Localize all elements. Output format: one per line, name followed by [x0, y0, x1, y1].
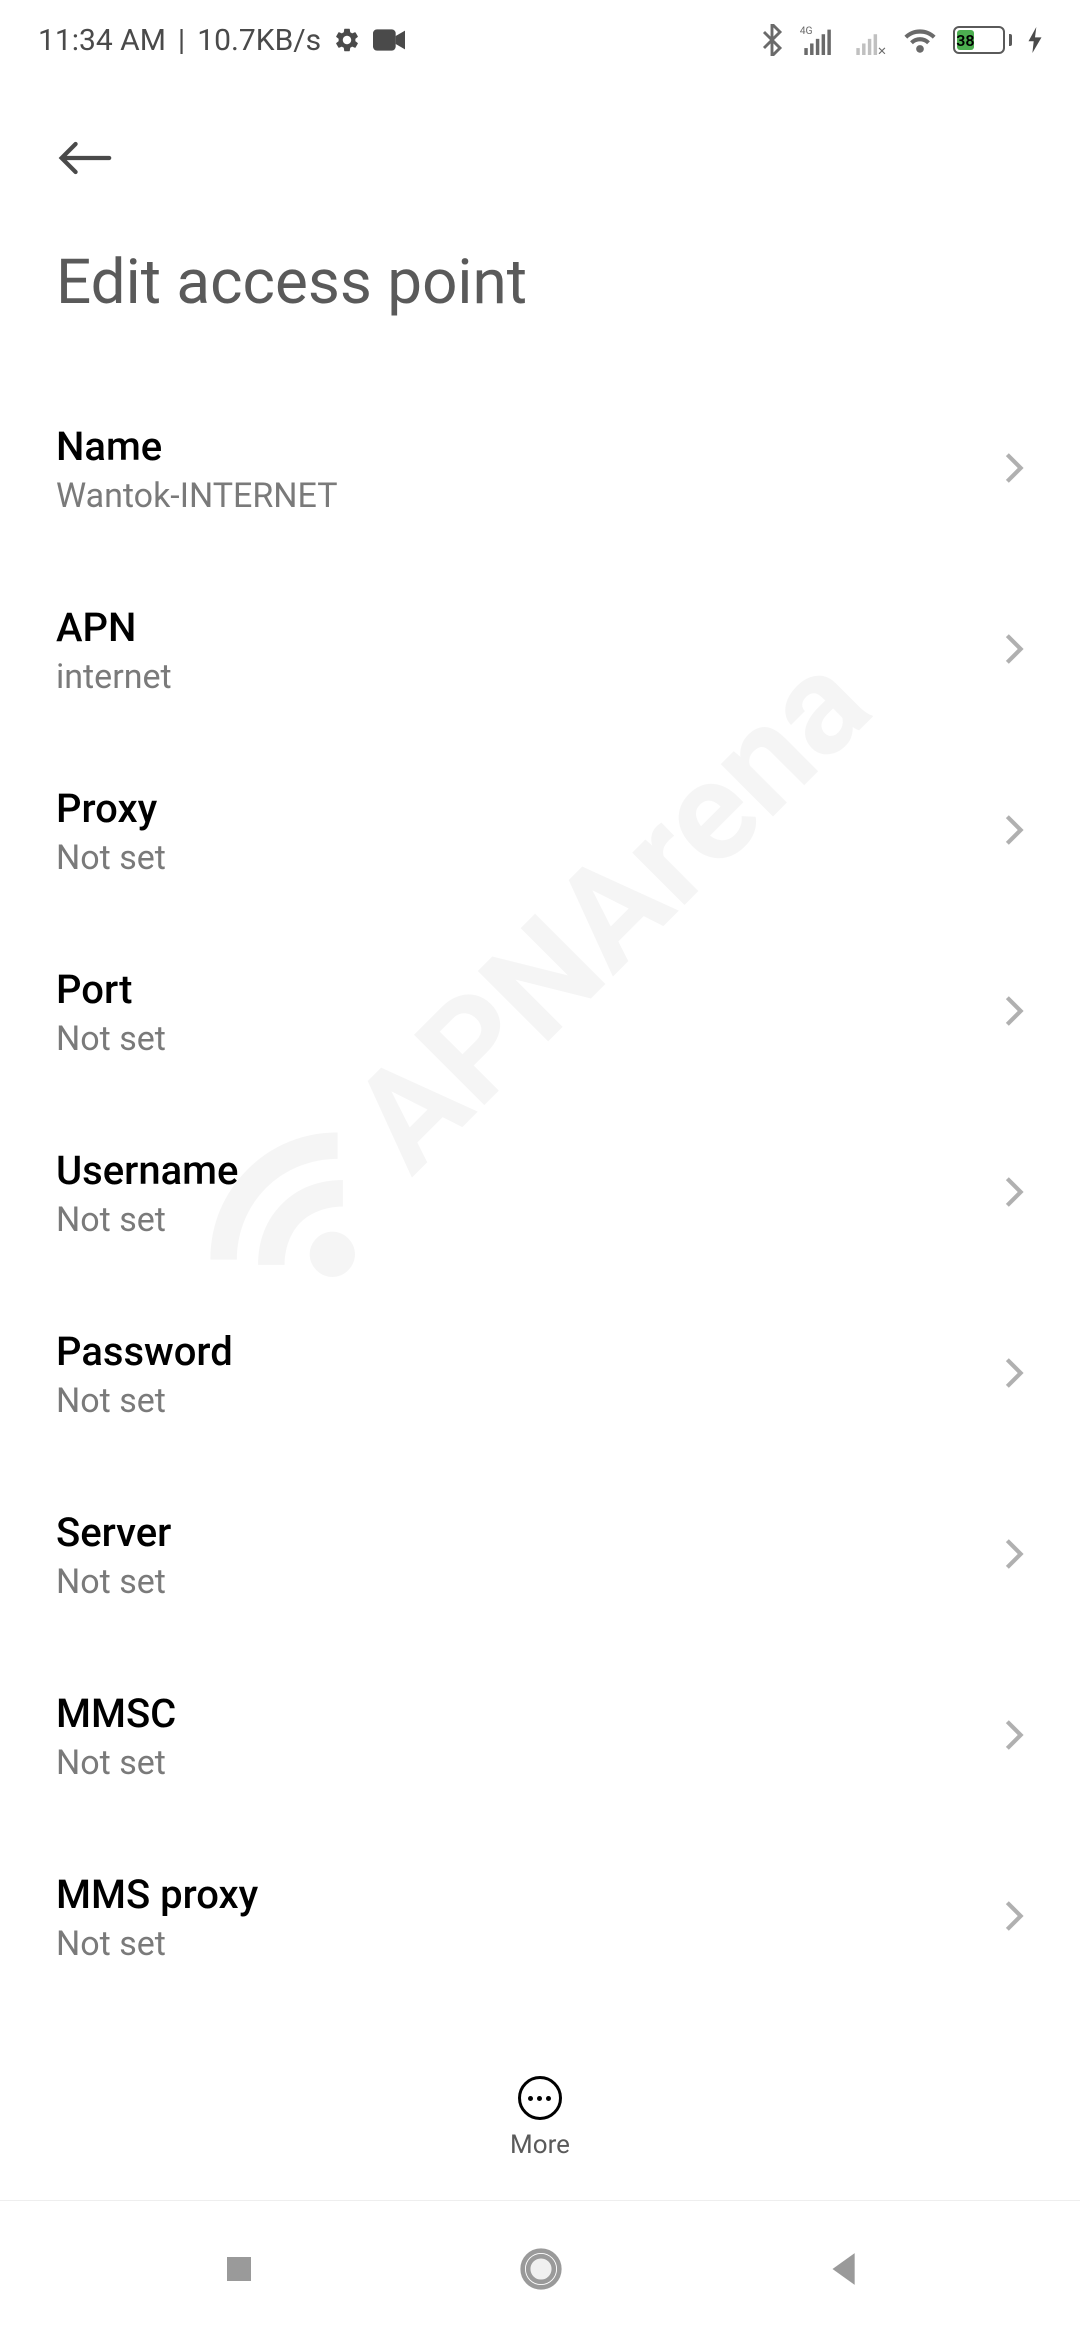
setting-label: Proxy [56, 785, 166, 832]
bluetooth-icon [761, 24, 783, 56]
setting-value: Not set [56, 1019, 166, 1059]
status-left: 11:34 AM | 10.7KB/s [38, 23, 405, 58]
setting-value: Not set [56, 1924, 258, 1964]
status-separator: | [178, 23, 185, 58]
setting-label: MMSC [56, 1690, 176, 1737]
settings-list: Name Wantok-INTERNET APN internet Proxy … [0, 379, 1080, 2008]
setting-value: Not set [56, 1381, 233, 1421]
nav-home-icon[interactable] [519, 2247, 563, 2295]
nav-recents-icon[interactable] [221, 2251, 257, 2291]
more-label: More [510, 2130, 570, 2160]
setting-row-username[interactable]: Username Not set [56, 1103, 1024, 1284]
chevron-right-icon [1004, 1356, 1024, 1394]
setting-row-mmsc[interactable]: MMSC Not set [56, 1646, 1024, 1827]
setting-label: APN [56, 604, 172, 651]
setting-row-server[interactable]: Server Not set [56, 1465, 1024, 1646]
chevron-right-icon [1004, 994, 1024, 1032]
setting-value: Wantok-INTERNET [56, 476, 337, 516]
back-button[interactable] [56, 130, 112, 186]
video-camera-icon [373, 29, 405, 51]
setting-row-proxy[interactable]: Proxy Not set [56, 741, 1024, 922]
settings-gear-icon [333, 26, 361, 54]
charging-bolt-icon [1028, 27, 1042, 53]
setting-value: Not set [56, 1200, 238, 1240]
status-data-rate: 10.7KB/s [197, 23, 321, 58]
svg-text:4G: 4G [800, 25, 813, 37]
status-time: 11:34 AM [38, 23, 166, 58]
setting-row-apn[interactable]: APN internet [56, 560, 1024, 741]
chevron-right-icon [1004, 1899, 1024, 1937]
chevron-right-icon [1004, 451, 1024, 489]
battery-indicator: 38 [953, 26, 1012, 54]
chevron-right-icon [1004, 1175, 1024, 1213]
setting-label: Username [56, 1147, 238, 1194]
wifi-icon [903, 27, 937, 53]
setting-row-password[interactable]: Password Not set [56, 1284, 1024, 1465]
setting-label: Server [56, 1509, 171, 1556]
setting-value: Not set [56, 1743, 176, 1783]
setting-value: Not set [56, 1562, 171, 1602]
setting-label: Password [56, 1328, 233, 1375]
setting-row-mms-proxy[interactable]: MMS proxy Not set [56, 1827, 1024, 2008]
battery-level: 38 [957, 30, 974, 50]
status-bar: 11:34 AM | 10.7KB/s 4G ✕ 38 [0, 0, 1080, 80]
chevron-right-icon [1004, 1537, 1024, 1575]
status-right: 4G ✕ 38 [761, 24, 1042, 56]
chevron-right-icon [1004, 813, 1024, 851]
setting-label: MMS proxy [56, 1871, 258, 1918]
setting-row-port[interactable]: Port Not set [56, 922, 1024, 1103]
more-icon [518, 2076, 562, 2120]
navigation-bar [0, 2200, 1080, 2340]
bottom-toolbar: More [0, 2056, 1080, 2180]
signal-4g-icon: 4G [799, 25, 835, 55]
setting-row-name[interactable]: Name Wantok-INTERNET [56, 379, 1024, 560]
chevron-right-icon [1004, 1718, 1024, 1756]
chevron-right-icon [1004, 632, 1024, 670]
setting-value: Not set [56, 838, 166, 878]
more-button[interactable]: More [510, 2076, 570, 2160]
page-title: Edit access point [0, 216, 1080, 379]
setting-label: Port [56, 966, 166, 1013]
setting-value: internet [56, 657, 172, 697]
signal-no-sim-icon: ✕ [851, 25, 887, 55]
svg-text:✕: ✕ [877, 44, 887, 55]
nav-back-icon[interactable] [825, 2250, 859, 2292]
setting-label: Name [56, 423, 337, 470]
